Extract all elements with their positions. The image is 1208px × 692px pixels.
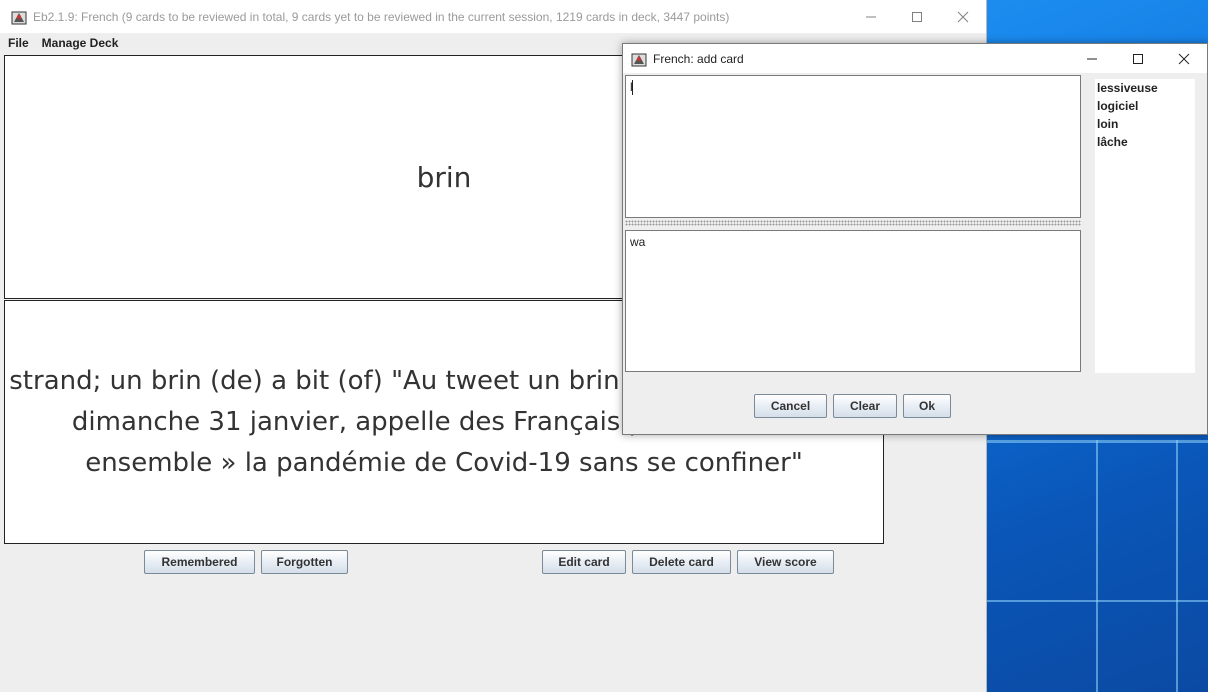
suggestion-list: lessiveuse logiciel loin lâche [1095,79,1195,373]
dialog-title: French: add card [653,51,744,66]
suggestion-item[interactable]: lâche [1095,133,1195,151]
menu-manage-deck[interactable]: Manage Deck [42,36,119,50]
cancel-button[interactable]: Cancel [754,394,827,418]
app-icon [11,9,27,25]
edit-card-button[interactable]: Edit card [542,550,626,574]
menu-file[interactable]: File [8,36,29,50]
ok-button[interactable]: Ok [903,394,951,418]
main-window-title: Eb2.1.9: French (9 cards to be reviewed … [33,9,730,24]
remembered-button[interactable]: Remembered [144,550,255,574]
add-card-dialog: French: add card l wa lessiveuse logicie… [622,43,1208,435]
maximize-icon[interactable] [894,0,940,33]
front-text-area[interactable]: l [625,75,1081,218]
clear-button[interactable]: Clear [833,394,897,418]
main-titlebar[interactable]: Eb2.1.9: French (9 cards to be reviewed … [0,0,986,33]
dialog-app-icon [631,51,647,67]
forgotten-button[interactable]: Forgotten [261,550,348,574]
dialog-close-icon[interactable] [1161,44,1207,73]
delete-card-button[interactable]: Delete card [632,550,731,574]
text-caret [632,80,633,95]
suggestion-item[interactable]: lessiveuse [1095,79,1195,97]
dialog-titlebar[interactable]: French: add card [623,44,1207,73]
minimize-icon[interactable] [848,0,894,33]
suggestion-item[interactable]: loin [1095,115,1195,133]
close-icon[interactable] [940,0,986,33]
dialog-maximize-icon[interactable] [1115,44,1161,73]
back-field-value: wa [630,235,646,249]
back-text-area[interactable]: wa [625,230,1081,372]
view-score-button[interactable]: View score [737,550,834,574]
split-pane-divider[interactable] [625,220,1081,226]
dialog-minimize-icon[interactable] [1069,44,1115,73]
suggestion-item[interactable]: logiciel [1095,97,1195,115]
